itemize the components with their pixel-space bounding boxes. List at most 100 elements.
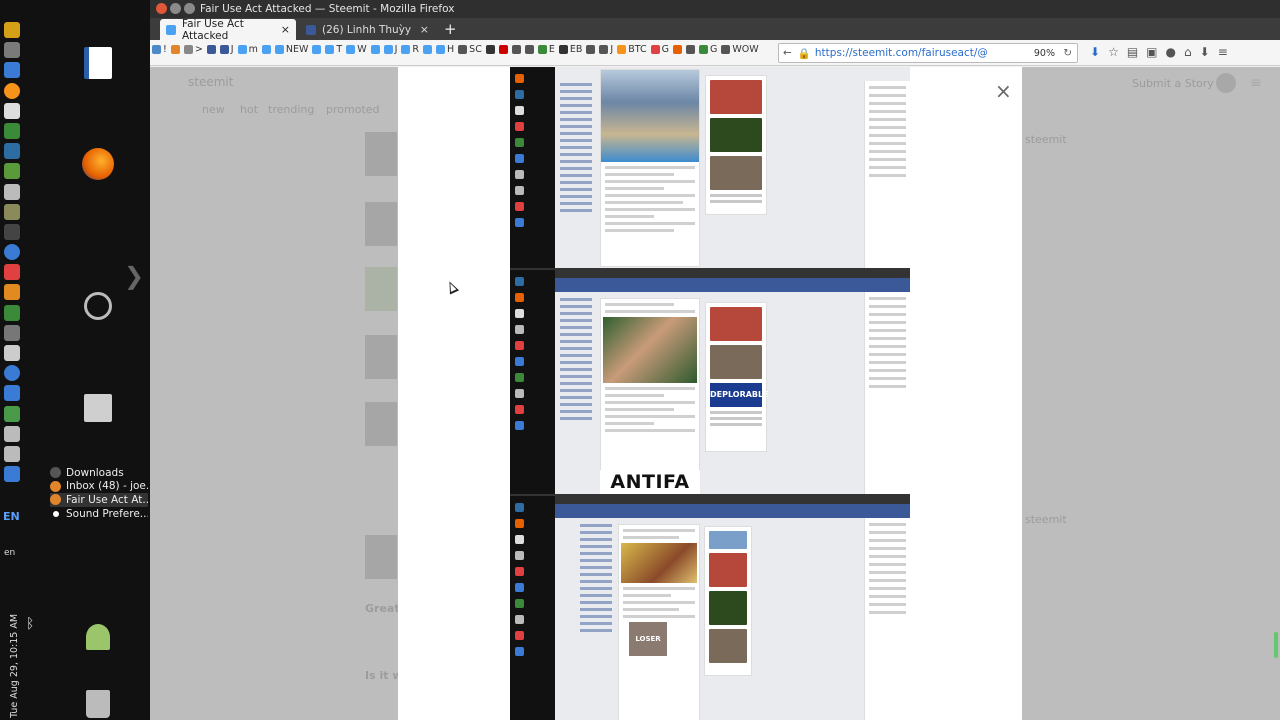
bookmark-item[interactable]: H — [436, 44, 454, 55]
bookmark-item[interactable] — [498, 45, 508, 54]
close-window-button[interactable] — [156, 3, 167, 14]
firefox-icon[interactable] — [82, 148, 114, 180]
star-icon[interactable]: ☆ — [1108, 45, 1119, 59]
avatar[interactable] — [1216, 73, 1236, 93]
bookmark-item[interactable] — [370, 45, 380, 54]
app-icon[interactable] — [4, 122, 20, 139]
ubuntu-icon[interactable] — [84, 292, 112, 320]
bookmark-item[interactable] — [206, 45, 216, 54]
nav-promoted[interactable]: promoted — [326, 103, 380, 116]
url-bar[interactable]: ← 🔒 https://steemit.com/fairuseact/@ 90%… — [778, 43, 1078, 63]
nav-trending[interactable]: trending — [268, 103, 314, 116]
app-icon[interactable] — [4, 203, 20, 220]
app-icon[interactable] — [4, 445, 20, 462]
download-icon[interactable]: ⬇ — [1090, 45, 1100, 59]
app-icon[interactable] — [4, 324, 20, 341]
trash-icon[interactable] — [86, 690, 110, 718]
menu-icon[interactable]: ≡ — [1250, 75, 1262, 91]
clock[interactable]: Tue Aug 29, 10:15 AM — [0, 600, 20, 718]
scrollbar-thumb[interactable] — [1274, 632, 1278, 658]
bookmark-item[interactable] — [524, 45, 534, 54]
bookmark-item[interactable]: EB — [558, 44, 582, 55]
bookmark-item[interactable] — [485, 45, 495, 54]
maximize-window-button[interactable] — [184, 3, 195, 14]
app-icon[interactable] — [4, 42, 20, 59]
bookmark-item[interactable]: > — [183, 44, 203, 55]
app-icon[interactable] — [4, 244, 20, 261]
app-icon[interactable] — [4, 405, 20, 422]
bitcoin-icon[interactable] — [4, 82, 20, 99]
bookmark-item[interactable] — [586, 45, 596, 54]
app-icon[interactable] — [4, 223, 20, 240]
app-icon[interactable] — [4, 284, 20, 301]
nav-hot[interactable]: hot — [240, 103, 258, 116]
app-icon[interactable] — [4, 62, 20, 79]
nav-new[interactable]: new — [202, 103, 225, 116]
new-tab-button[interactable]: + — [444, 20, 457, 38]
app-icon[interactable] — [4, 365, 20, 382]
bookmark-item[interactable]: J — [219, 44, 234, 55]
bookmark-item[interactable]: E — [537, 44, 555, 55]
close-tab-icon[interactable]: × — [281, 23, 290, 36]
bookmark-item[interactable]: ! — [152, 44, 167, 55]
home-icon[interactable]: ⌂ — [1184, 45, 1192, 59]
user-transfer-icon[interactable] — [86, 624, 110, 650]
bookmark-item[interactable] — [672, 45, 682, 54]
writer-document-icon[interactable] — [84, 47, 112, 79]
bookmark-item[interactable]: G — [698, 44, 717, 55]
bookmark-item[interactable] — [261, 45, 271, 54]
back-icon[interactable]: ← — [783, 47, 792, 59]
bookmark-item[interactable] — [685, 45, 695, 54]
app-icon[interactable] — [4, 143, 20, 160]
bluetooth-icon[interactable]: ᛒ — [26, 616, 34, 632]
bookmark-item[interactable]: WOW — [721, 44, 759, 55]
minimize-window-button[interactable] — [170, 3, 181, 14]
reload-icon[interactable]: ↻ — [1063, 47, 1072, 59]
bookmark-item[interactable]: NEW — [274, 44, 308, 55]
steemit-icon[interactable]: ● — [1166, 45, 1176, 59]
close-modal-button[interactable]: × — [995, 79, 1012, 103]
bookmark-item[interactable] — [170, 45, 180, 54]
bookmark-item[interactable]: G — [650, 44, 669, 55]
bookmark-item[interactable]: SC — [458, 44, 482, 55]
bookmark-item[interactable]: R — [401, 44, 419, 55]
menu-icon[interactable]: ≡ — [1218, 45, 1228, 59]
bookmark-item[interactable]: m — [237, 44, 258, 55]
tab-facebook[interactable]: (26) Linhh Thuỳy × — [300, 19, 435, 40]
bookmark-item[interactable]: J — [599, 44, 613, 55]
app-icon[interactable] — [4, 22, 20, 38]
side-tag[interactable]: steemit — [1025, 513, 1067, 526]
zoom-level[interactable]: 90% — [1034, 48, 1055, 59]
window-list-item[interactable]: Sound Prefere... — [50, 507, 148, 521]
library-icon[interactable]: ▤ — [1127, 45, 1138, 59]
bookmark-item[interactable] — [511, 45, 521, 54]
app-icon[interactable] — [4, 183, 20, 200]
bookmark-item[interactable]: T — [325, 44, 342, 55]
archive-icon[interactable] — [84, 394, 112, 422]
chevron-right-icon[interactable]: ❯ — [124, 262, 144, 290]
url-text[interactable]: https://steemit.com/fairuseact/@ — [815, 47, 988, 59]
app-icon[interactable] — [4, 304, 20, 321]
side-tag[interactable]: steemit — [1025, 133, 1067, 146]
window-list-item[interactable]: Fair Use Act At... — [50, 493, 148, 507]
tab-fair-use[interactable]: Fair Use Act Attacked × — [160, 18, 296, 42]
lock-icon[interactable]: 🔒 — [798, 47, 811, 60]
bookmark-item[interactable]: BTC — [617, 44, 647, 55]
bookmark-item[interactable]: W — [346, 44, 367, 55]
app-icon[interactable] — [4, 425, 20, 442]
bookmark-item[interactable]: J — [383, 44, 397, 55]
sync-icon[interactable]: ▣ — [1146, 45, 1157, 59]
submit-story-link[interactable]: Submit a Story — [1132, 77, 1214, 90]
keyboard-layout-indicator[interactable]: EN — [3, 510, 20, 523]
bookmark-item[interactable] — [312, 45, 322, 54]
app-icon[interactable] — [4, 345, 20, 361]
window-list-item[interactable]: Inbox (48) - joe... — [50, 480, 148, 494]
app-icon[interactable] — [4, 385, 20, 402]
app-icon[interactable] — [4, 102, 20, 119]
app-icon[interactable] — [4, 264, 20, 281]
bookmark-item[interactable] — [423, 45, 433, 54]
pocket-icon[interactable]: ⬇ — [1200, 45, 1210, 59]
app-icon[interactable] — [4, 466, 20, 483]
app-icon[interactable] — [4, 163, 20, 180]
steemit-logo[interactable]: steemit — [188, 75, 233, 89]
